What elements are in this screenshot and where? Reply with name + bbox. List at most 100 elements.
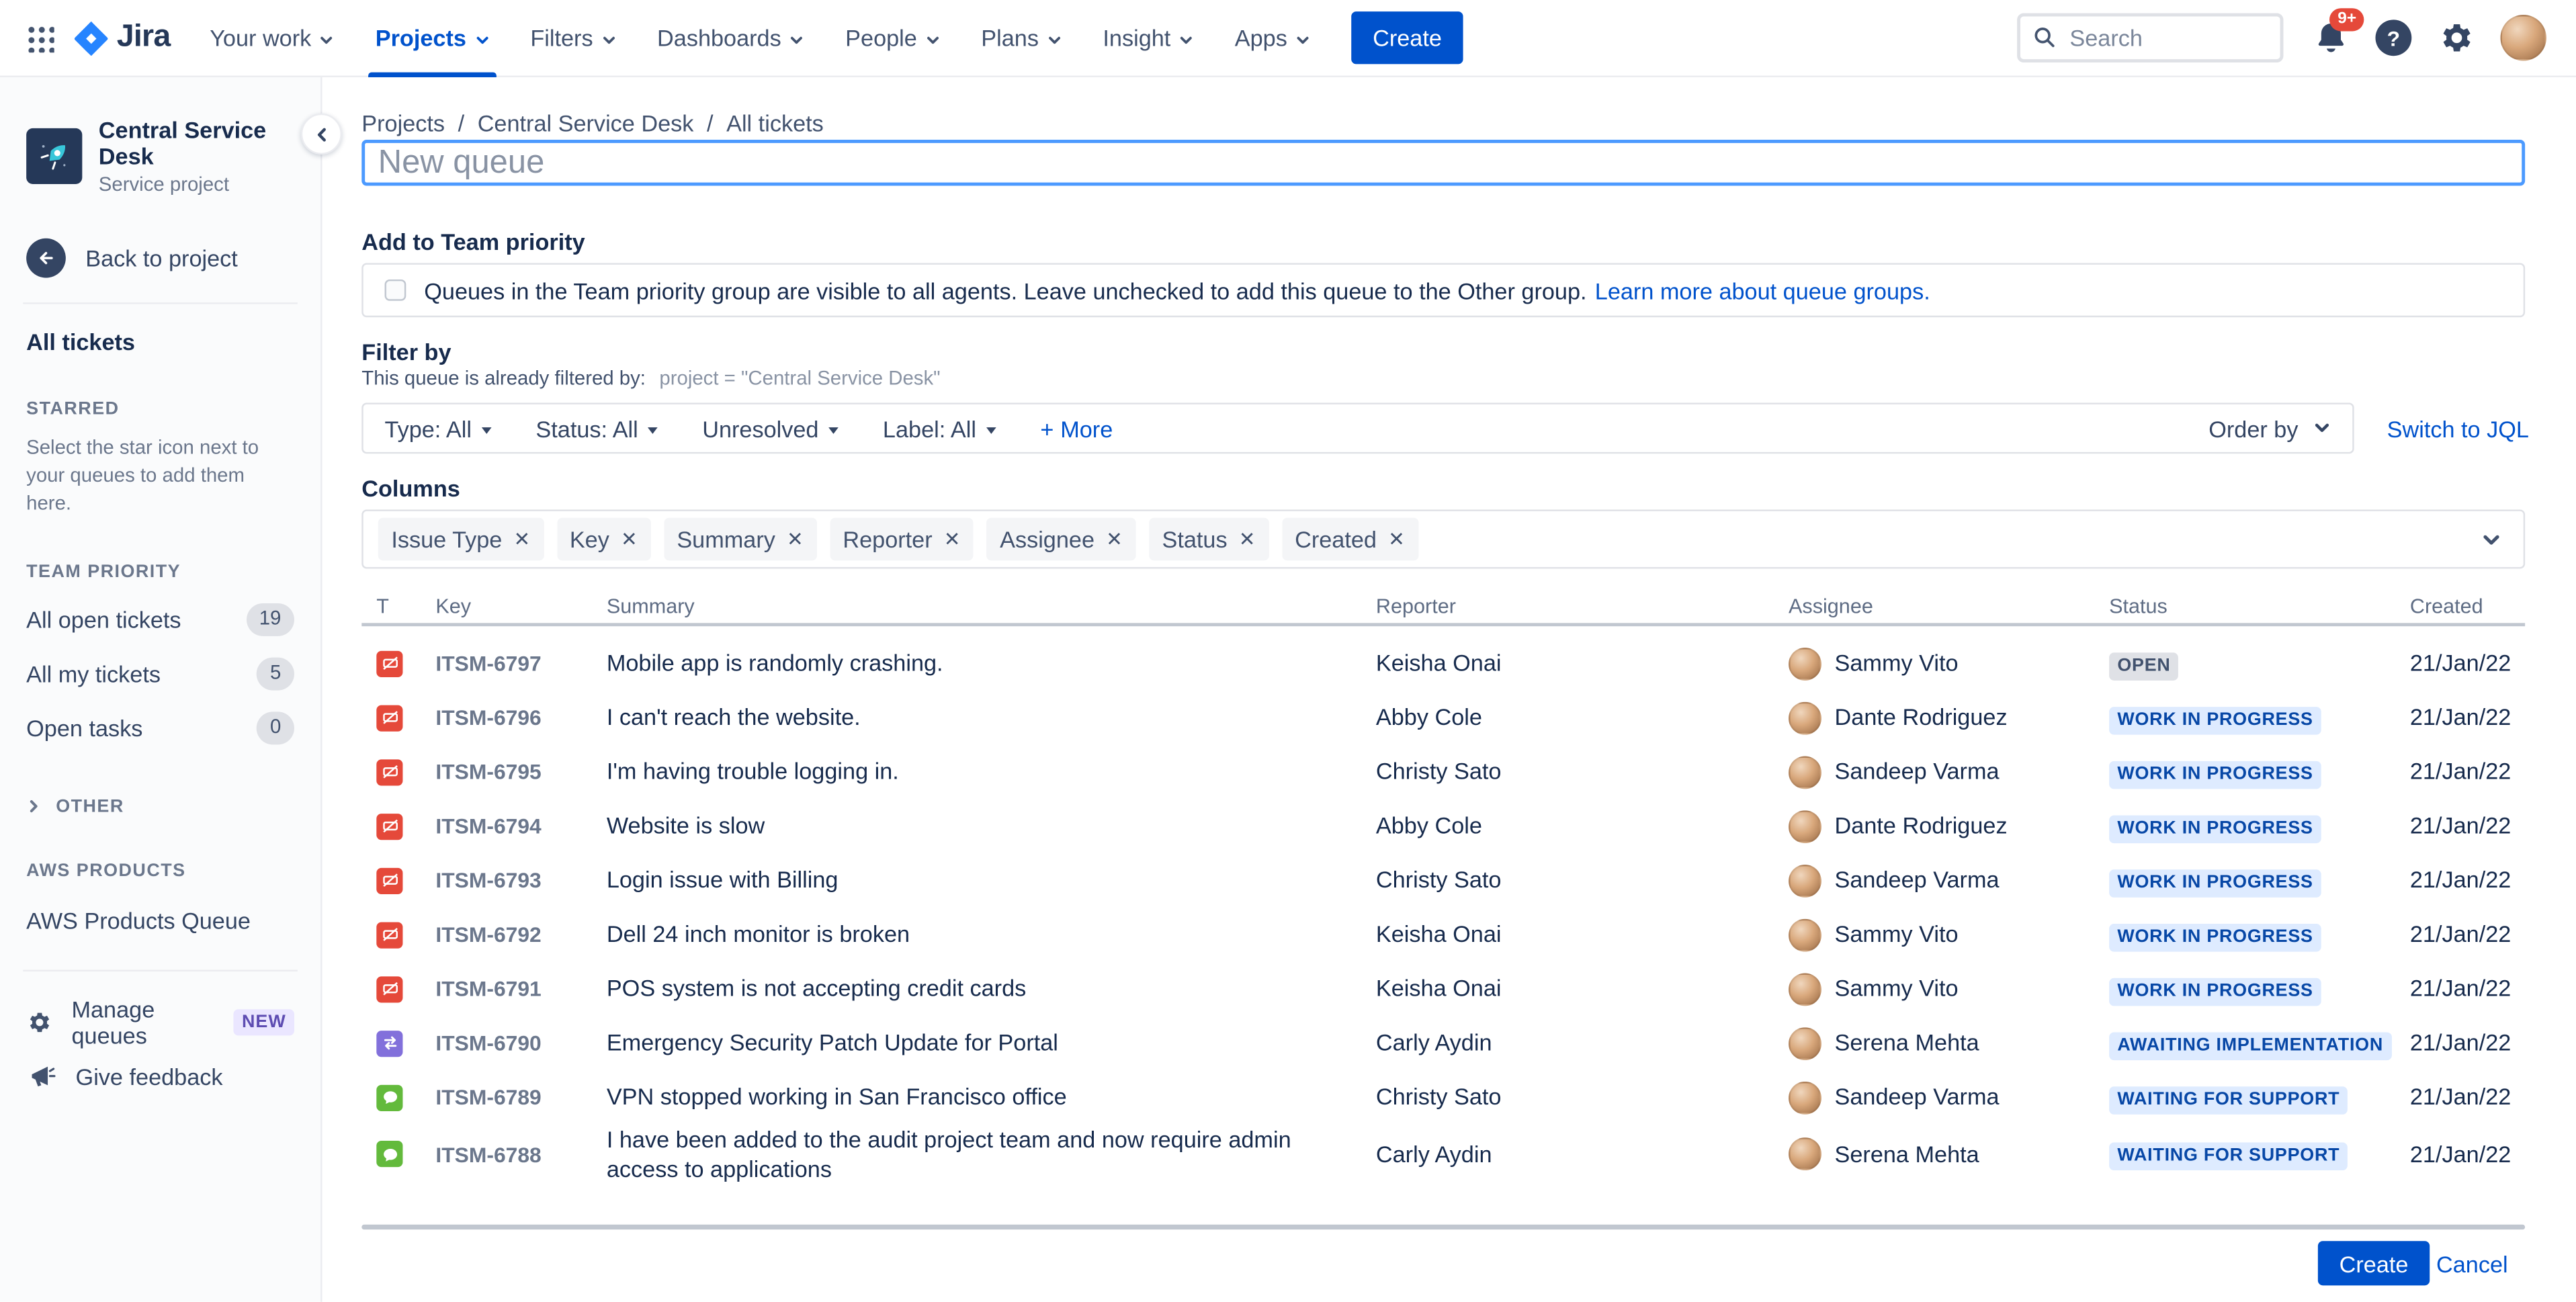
table-row[interactable]: ITSM-6789 VPN stopped working in San Fra… [361,1070,2525,1125]
chevron-down-icon [476,36,488,43]
column-chip[interactable]: Summary ✕ [663,517,817,561]
profile-button[interactable] [2500,15,2546,61]
jira-logo[interactable]: Jira [74,19,171,56]
column-chip[interactable]: Key ✕ [556,517,651,561]
table-row[interactable]: ITSM-6791 POS system is not accepting cr… [361,961,2525,1016]
column-chip[interactable]: Reporter ✕ [829,517,974,561]
top-nav-item[interactable]: People [845,0,940,77]
create-queue-button[interactable]: Create [2317,1241,2430,1286]
help-button[interactable]: ? [2375,19,2412,56]
remove-chip-icon[interactable]: ✕ [1388,527,1405,550]
remove-chip-icon[interactable]: ✕ [621,527,638,550]
back-to-project-link[interactable]: Back to project [26,238,294,278]
app-switcher-icon[interactable] [26,24,54,52]
top-nav-item[interactable]: Your work [210,0,334,77]
sidebar-queue-item[interactable]: All my tickets 5 [26,647,294,701]
breadcrumb-project-name[interactable]: Central Service Desk [478,110,694,136]
issue-summary[interactable]: VPN stopped working in San Francisco off… [607,1082,1376,1112]
table-row[interactable]: ITSM-6788 I have been added to the audit… [361,1125,2525,1184]
column-chip[interactable]: Issue Type ✕ [378,517,544,561]
table-row[interactable]: ITSM-6790 Emergency Security Patch Updat… [361,1016,2525,1070]
column-chip[interactable]: Assignee ✕ [986,517,1136,561]
settings-button[interactable] [2438,19,2474,56]
filter-dropdown[interactable]: Status: All [535,415,658,441]
top-nav-item[interactable]: Insight [1103,0,1193,77]
filter-dropdown[interactable]: Type: All [385,415,492,441]
remove-chip-icon[interactable]: ✕ [1106,527,1123,550]
remove-chip-icon[interactable]: ✕ [1239,527,1256,550]
search-input[interactable] [2017,13,2284,62]
remove-chip-icon[interactable]: ✕ [787,527,804,550]
manage-queues-button[interactable]: Manage queues NEW [26,996,294,1050]
table-scrollbar-track[interactable] [361,1224,2526,1230]
top-nav-item[interactable]: Projects [368,0,497,77]
sidebar-queue-item[interactable]: Open tasks 0 [26,701,294,756]
table-row[interactable]: ITSM-6792 Dell 24 inch monitor is broken… [361,908,2525,962]
table-row[interactable]: ITSM-6793 Login issue with Billing Chris… [361,853,2525,908]
sidebar-queue-item[interactable]: All open tickets 19 [26,593,294,647]
issue-summary[interactable]: Mobile app is randomly crashing. [607,648,1376,678]
columns-picker[interactable]: Issue Type ✕ Key ✕ Summary ✕ Reporter ✕ … [361,509,2526,569]
table-row[interactable]: ITSM-6794 Website is slow Abby Cole Dant… [361,799,2525,853]
issue-key-link[interactable]: ITSM-6795 [435,759,541,784]
issue-key-link[interactable]: ITSM-6788 [435,1142,541,1167]
remove-chip-icon[interactable]: ✕ [944,527,961,550]
queue-groups-learn-more-link[interactable]: Learn more about queue groups. [1595,277,1930,303]
notifications-button[interactable]: 9+ [2313,8,2365,56]
column-chip[interactable]: Created ✕ [1281,517,1418,561]
top-navigation-bar: Jira Your work Projects Filters Dashboar… [0,0,2576,77]
issue-reporter: Abby Cole [1375,704,1482,731]
queue-name-input[interactable] [361,139,2526,186]
order-by-dropdown[interactable]: Order by [2208,415,2331,441]
table-body: ITSM-6797 Mobile app is randomly crashin… [361,626,2526,1221]
issue-summary[interactable]: POS system is not accepting credit cards [607,973,1376,1003]
issue-summary[interactable]: Website is slow [607,811,1376,840]
issue-summary[interactable]: I'm having trouble logging in. [607,756,1376,786]
switch-to-jql-link[interactable]: Switch to JQL [2387,416,2529,442]
issue-summary[interactable]: Dell 24 inch monitor is broken [607,920,1376,949]
breadcrumb-all-tickets[interactable]: All tickets [726,110,824,136]
more-filters-button[interactable]: + More [1040,415,1113,441]
issue-key-link[interactable]: ITSM-6789 [435,1085,541,1110]
issue-key-link[interactable]: ITSM-6794 [435,814,541,838]
issue-summary[interactable]: I have been added to the audit project t… [607,1125,1376,1184]
sidebar-group-other[interactable]: OTHER [26,797,294,816]
dropdown-triangle-icon [648,427,658,434]
top-nav-item[interactable]: Plans [981,0,1062,77]
top-nav-item[interactable]: Filters [530,0,616,77]
issue-key-link[interactable]: ITSM-6796 [435,705,541,730]
team-priority-checkbox[interactable] [384,279,406,301]
issue-summary[interactable]: I can't reach the website. [607,703,1376,732]
remove-chip-icon[interactable]: ✕ [513,527,530,550]
column-chip[interactable]: Status ✕ [1148,517,1269,561]
header-key: Key [435,594,472,617]
sidebar-item-all-tickets[interactable]: All tickets [26,329,294,355]
table-row[interactable]: ITSM-6795 I'm having trouble logging in.… [361,744,2525,799]
filter-dropdown[interactable]: Label: All [883,415,996,441]
global-create-button[interactable]: Create [1351,11,1463,64]
issue-summary[interactable]: Login issue with Billing [607,865,1376,895]
issue-reporter: Christy Sato [1375,758,1502,785]
issue-key-link[interactable]: ITSM-6797 [435,651,541,676]
issue-reporter: Keisha Onai [1375,921,1502,948]
chevron-down-icon [603,36,615,43]
sidebar-item-aws-products-queue[interactable]: AWS Products Queue [26,907,294,933]
status-badge: WORK IN PROGRESS [2109,705,2321,734]
incident-type-icon [376,867,403,894]
top-nav-item[interactable]: Apps [1235,0,1310,77]
cancel-button[interactable]: Cancel [2436,1251,2508,1277]
table-row[interactable]: ITSM-6796 I can't reach the website. Abb… [361,691,2525,745]
sidebar-collapse-button[interactable] [300,113,342,155]
issue-key-link[interactable]: ITSM-6793 [435,868,541,893]
issue-key-link[interactable]: ITSM-6791 [435,976,541,1001]
issue-key-link[interactable]: ITSM-6792 [435,922,541,947]
columns-picker-chevron[interactable] [2481,529,2502,559]
issue-summary[interactable]: Emergency Security Patch Update for Port… [607,1028,1376,1057]
breadcrumb-projects[interactable]: Projects [361,110,445,136]
give-feedback-button[interactable]: Give feedback [26,1049,294,1104]
filter-dropdown[interactable]: Unresolved [702,415,839,441]
top-nav-item[interactable]: Dashboards [657,0,804,77]
aws-products-section-header: AWS PRODUCTS [26,861,186,881]
issue-key-link[interactable]: ITSM-6790 [435,1031,541,1055]
table-row[interactable]: ITSM-6797 Mobile app is randomly crashin… [361,636,2525,691]
